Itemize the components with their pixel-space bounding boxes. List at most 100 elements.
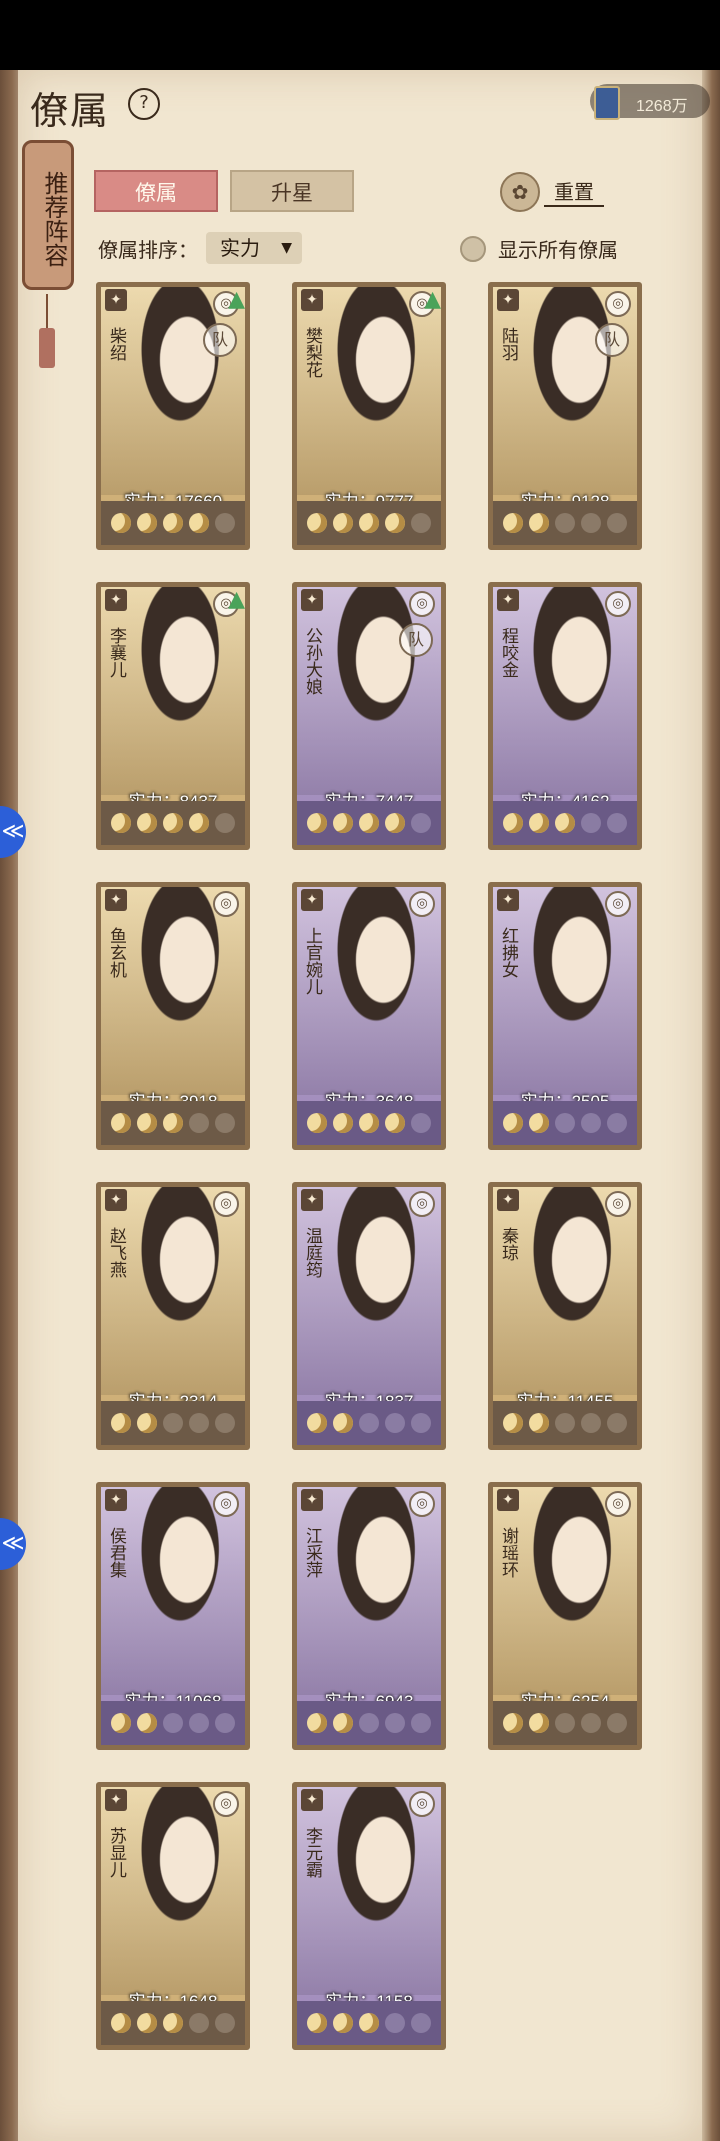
question-icon[interactable]: ? (128, 88, 160, 120)
moon-star-icon (307, 1713, 327, 1733)
character-portrait (493, 587, 637, 795)
character-portrait (297, 1187, 441, 1395)
tab-star-up[interactable]: 升星 (230, 170, 354, 212)
character-name: 李元霸 (302, 1827, 322, 1878)
subordinate-card[interactable]: ✦◎李元霸实力：1158 (292, 1782, 446, 2050)
character-portrait (297, 1487, 441, 1695)
moon-star-icon (503, 1113, 523, 1133)
tab-subordinates[interactable]: 僚属 (94, 170, 218, 212)
class-icon: ✦ (301, 1789, 323, 1811)
attribute-icon: ◎ (213, 1791, 239, 1817)
moon-star-icon (581, 813, 601, 833)
subordinate-card[interactable]: ✦◎鱼玄机实力：3918 (96, 882, 250, 1150)
page-title: 僚属 (30, 89, 111, 133)
star-rating (297, 801, 441, 845)
moon-star-icon (359, 1713, 379, 1733)
subordinate-card[interactable]: ✦◎上官婉儿实力：3648 (292, 882, 446, 1150)
character-portrait (101, 587, 245, 795)
subordinate-card[interactable]: ✦◎程咬金实力：4162 (488, 582, 642, 850)
moon-star-icon (163, 513, 183, 533)
moon-star-icon (359, 1113, 379, 1133)
subordinate-card[interactable]: ✦◎红拂女实力：2505 (488, 882, 642, 1150)
moon-star-icon (111, 2013, 131, 2033)
moon-star-icon (385, 513, 405, 533)
upgrade-arrow-icon: ▲ (228, 587, 245, 612)
star-rating (101, 1701, 245, 1745)
character-portrait (493, 1487, 637, 1695)
subordinate-card[interactable]: ✦◎队公孙大娘实力：7447 (292, 582, 446, 850)
sort-dropdown[interactable]: 实力 ▼ (206, 232, 302, 264)
character-name: 苏显儿 (106, 1827, 126, 1878)
star-rating (297, 1701, 441, 1745)
star-rating (101, 1401, 245, 1445)
team-badge: 队 (399, 623, 433, 657)
show-all-radio[interactable] (460, 236, 486, 262)
attribute-icon: ◎ (409, 1191, 435, 1217)
character-name: 李襄儿 (106, 627, 126, 678)
subordinate-card[interactable]: ✦◎▲樊梨花实力：9777 (292, 282, 446, 550)
star-rating (493, 1401, 637, 1445)
moon-star-icon (359, 513, 379, 533)
character-portrait (297, 287, 441, 495)
moon-star-icon (189, 813, 209, 833)
currency-display: 1268万 (590, 84, 710, 120)
moon-star-icon (333, 1113, 353, 1133)
subordinate-card[interactable]: ✦◎侯君集实力：11068 (96, 1482, 250, 1750)
moon-star-icon (385, 1113, 405, 1133)
moon-star-icon (111, 1113, 131, 1133)
subordinate-card[interactable]: ✦◎赵飞燕实力：2314 (96, 1182, 250, 1450)
moon-star-icon (307, 513, 327, 533)
subordinate-card[interactable]: ✦◎▲李襄儿实力：8437 (96, 582, 250, 850)
class-icon: ✦ (497, 1489, 519, 1511)
sort-value: 实力 (220, 236, 260, 260)
moon-star-icon (189, 513, 209, 533)
character-portrait (101, 1187, 245, 1395)
subordinate-card[interactable]: ✦◎苏显儿实力：1648 (96, 1782, 250, 2050)
subordinate-card[interactable]: ✦◎温庭筠实力：1837 (292, 1182, 446, 1450)
moon-star-icon (307, 1113, 327, 1133)
moon-star-icon (359, 1413, 379, 1433)
moon-star-icon (581, 1113, 601, 1133)
class-icon: ✦ (301, 889, 323, 911)
moon-star-icon (529, 813, 549, 833)
attribute-icon: ◎ (409, 591, 435, 617)
subordinate-card[interactable]: ✦◎秦琼实力：11455 (488, 1182, 642, 1450)
show-all-label: 显示所有僚属 (498, 238, 618, 262)
recommended-lineup-tag[interactable]: 推荐阵容 (22, 140, 74, 290)
tab-bar: 僚属 升星 (94, 170, 354, 212)
character-name: 江采萍 (302, 1527, 322, 1578)
moon-star-icon (411, 1113, 431, 1133)
moon-star-icon (411, 1413, 431, 1433)
subordinate-card[interactable]: ✦◎▲队柴绍实力：17660 (96, 282, 250, 550)
sort-label: 僚属排序： (98, 238, 198, 262)
moon-star-icon (411, 1713, 431, 1733)
star-rating (101, 801, 245, 845)
class-icon: ✦ (497, 1189, 519, 1211)
moon-star-icon (163, 2013, 183, 2033)
class-icon: ✦ (301, 589, 323, 611)
subordinate-card[interactable]: ✦◎江采萍实力：6943 (292, 1482, 446, 1750)
moon-star-icon (385, 1413, 405, 1433)
moon-star-icon (137, 1713, 157, 1733)
subordinate-card[interactable]: ✦◎谢瑶环实力：6254 (488, 1482, 642, 1750)
character-name: 柴绍 (106, 327, 126, 361)
attribute-icon: ◎ (409, 891, 435, 917)
attribute-icon: ◎ (409, 1791, 435, 1817)
upgrade-arrow-icon: ▲ (424, 287, 441, 312)
moon-star-icon (607, 1713, 627, 1733)
star-rating (101, 2001, 245, 2045)
moon-star-icon (111, 1413, 131, 1433)
moon-star-icon (189, 1113, 209, 1133)
star-rating (493, 801, 637, 845)
moon-star-icon (189, 2013, 209, 2033)
subordinate-card[interactable]: ✦◎队陆羽实力：9128 (488, 282, 642, 550)
character-portrait (493, 1187, 637, 1395)
moon-star-icon (189, 1413, 209, 1433)
reset-button[interactable]: ✿ 重置 (500, 170, 650, 212)
attribute-icon: ◎ (605, 1191, 631, 1217)
moon-star-icon (359, 2013, 379, 2033)
class-icon: ✦ (105, 1489, 127, 1511)
moon-star-icon (607, 513, 627, 533)
class-icon: ✦ (497, 589, 519, 611)
character-portrait (101, 887, 245, 1095)
